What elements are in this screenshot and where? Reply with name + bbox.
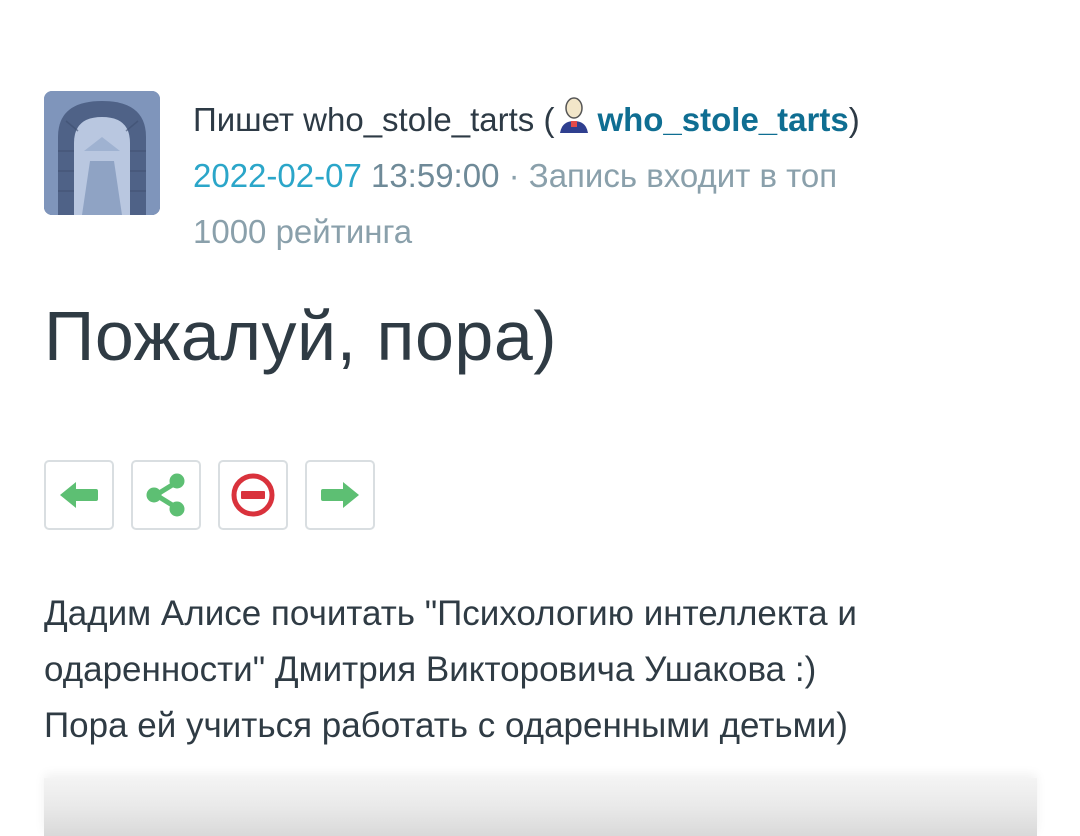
share-icon [146,473,185,517]
next-entry-button[interactable] [305,460,375,530]
date-line: 2022-02-07 13:59:00 · Запись входит в то… [193,148,1023,204]
entry-title: Пожалуй, пора) [44,297,558,375]
arrow-left-icon [60,482,98,508]
author-avatar[interactable] [44,91,160,215]
rating-line: 1000 рейтинга [193,204,1023,260]
block-button[interactable] [218,460,288,530]
author-username-link[interactable]: who_stole_tarts [597,101,848,138]
meta-separator: · [499,157,529,194]
body-line: одаренности" Дмитрия Викторовича Ушакова… [44,650,817,689]
entry-date-link[interactable]: 2022-02-07 [193,157,362,194]
previous-entry-button[interactable] [44,460,114,530]
rating-text-1: Запись входит в топ [528,157,838,194]
next-content-block [44,778,1037,836]
journal-entry: Пишет who_stole_tarts ( who_stole_tarts)… [0,0,1080,836]
share-button[interactable] [131,460,201,530]
avatar-image [44,91,160,215]
arrow-right-icon [321,482,359,508]
author-suffix: ) [848,101,860,138]
author-prefix: Пишет who_stole_tarts ( [193,101,555,138]
entry-toolbar [44,460,375,530]
author-line: Пишет who_stole_tarts ( who_stole_tarts) [193,92,1023,148]
block-icon [231,473,275,517]
entry-body: Дадим Алисе почитать "Психологию интелле… [44,586,1044,754]
rating-text-2: 1000 рейтинга [193,213,413,250]
body-line: Дадим Алисе почитать "Психологию интелле… [44,594,857,633]
entry-meta: Пишет who_stole_tarts ( who_stole_tarts)… [193,92,1023,260]
user-icon[interactable] [554,95,594,135]
body-line: Пора ей учиться работать с одаренными де… [44,706,848,745]
entry-time: 13:59:00 [361,157,500,194]
